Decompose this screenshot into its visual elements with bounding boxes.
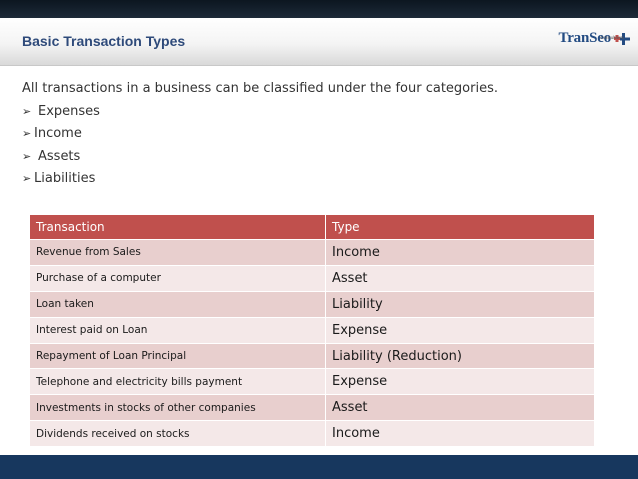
table-row: Loan taken Liability — [29, 290, 595, 318]
top-dark-bar — [0, 0, 638, 18]
cell-transaction: Purchase of a computer — [29, 264, 326, 292]
intro-text: All transactions in a business can be cl… — [22, 81, 498, 96]
cell-type: Asset — [325, 394, 595, 422]
cell-type: Liability — [325, 290, 595, 318]
table-row: Repayment of Loan Principal Liability (R… — [29, 342, 595, 370]
bullet-label: Income — [34, 126, 82, 141]
cell-transaction: Dividends received on stocks — [29, 420, 326, 448]
title-band: Basic Transaction Types TranSeo Consulta… — [0, 18, 638, 66]
table-row: Investments in stocks of other companies… — [29, 394, 595, 422]
bullet-item: ➢ Liabilities — [22, 168, 622, 191]
logo-subtext: Consultants — [600, 35, 624, 40]
company-logo: TranSeo — [559, 29, 630, 55]
header-type: Type — [325, 214, 595, 240]
cell-transaction: Investments in stocks of other companies — [29, 394, 326, 422]
bullet-item: ➢ Assets — [22, 146, 622, 169]
cell-transaction: Repayment of Loan Principal — [29, 342, 326, 370]
cell-transaction: Revenue from Sales — [29, 239, 326, 266]
cell-transaction: Interest paid on Loan — [29, 316, 326, 344]
header-transaction: Transaction — [29, 214, 326, 240]
bottom-bar — [0, 455, 638, 479]
cell-transaction: Loan taken — [29, 290, 326, 318]
cell-type: Asset — [325, 264, 595, 292]
transaction-table: Transaction Type Revenue from Sales Inco… — [29, 214, 595, 448]
table-row: Revenue from Sales Income — [29, 239, 595, 266]
cell-transaction: Telephone and electricity bills payment — [29, 368, 326, 396]
bullet-item: ➢ Expenses — [22, 101, 622, 124]
table-header-row: Transaction Type — [29, 214, 595, 240]
arrow-bullet-icon: ➢ — [22, 149, 32, 163]
table-row: Interest paid on Loan Expense — [29, 316, 595, 344]
bullet-label: Assets — [38, 148, 81, 164]
bullet-item: ➢ Income — [22, 123, 622, 146]
slide-title: Basic Transaction Types — [22, 33, 186, 49]
bullet-label: Liabilities — [34, 171, 96, 186]
cell-type: Liability (Reduction) — [325, 342, 595, 370]
intro-block: All transactions in a business can be cl… — [22, 78, 622, 191]
cell-type: Income — [325, 420, 595, 448]
table-row: Telephone and electricity bills payment … — [29, 368, 595, 396]
table-row: Dividends received on stocks Income — [29, 420, 595, 448]
arrow-bullet-icon: ➢ — [22, 172, 32, 185]
table-row: Purchase of a computer Asset — [29, 264, 595, 292]
arrow-bullet-icon: ➢ — [22, 127, 32, 140]
cell-type: Expense — [325, 316, 595, 344]
cell-type: Expense — [325, 368, 595, 396]
bullet-label: Expenses — [38, 103, 100, 119]
arrow-bullet-icon: ➢ — [22, 104, 32, 118]
cell-type: Income — [325, 239, 595, 266]
